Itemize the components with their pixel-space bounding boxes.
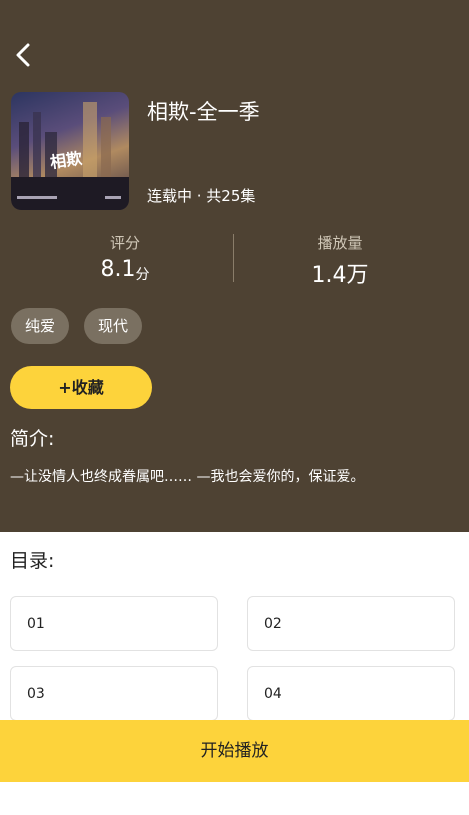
drama-title: 相欺-全一季	[147, 100, 260, 124]
plays-value: 1.4万	[311, 263, 369, 288]
svg-text:相欺: 相欺	[49, 149, 83, 172]
cover-image: 相欺	[11, 92, 129, 210]
rating-stat: 评分 8.1分	[25, 232, 225, 284]
episode-item[interactable]: 03	[10, 666, 218, 721]
start-play-button[interactable]: 开始播放	[0, 720, 469, 782]
rating-label: 评分	[109, 234, 140, 252]
back-button[interactable]	[10, 40, 38, 70]
serial-status: 连载中 · 共25集	[147, 187, 256, 205]
drama-header: 相欺 相欺-全一季 连载中 · 共25集 评分 8.1分 播放量 1.4万 纯爱…	[0, 0, 469, 532]
episode-item[interactable]: 01	[10, 596, 218, 651]
intro-text: —让没情人也终成眷属吧…… —我也会爱你的，保证爱。	[10, 469, 365, 485]
rating-unit: 分	[135, 267, 150, 283]
episode-item[interactable]: 02	[247, 596, 455, 651]
favorite-button[interactable]: +收藏	[10, 366, 152, 409]
intro-heading: 简介:	[10, 428, 55, 450]
rating-value: 8.1	[100, 257, 136, 282]
stats-divider	[233, 234, 234, 282]
episode-item[interactable]: 04	[247, 666, 455, 721]
tag-chip[interactable]: 现代	[84, 308, 143, 344]
plays-stat: 播放量 1.4万	[240, 232, 440, 289]
plays-label: 播放量	[317, 234, 363, 252]
toc-heading: 目录:	[10, 550, 55, 572]
chevron-left-icon	[16, 43, 30, 67]
rating-value-row: 8.1分	[25, 257, 225, 284]
tag-chip[interactable]: 纯爱	[11, 308, 70, 344]
